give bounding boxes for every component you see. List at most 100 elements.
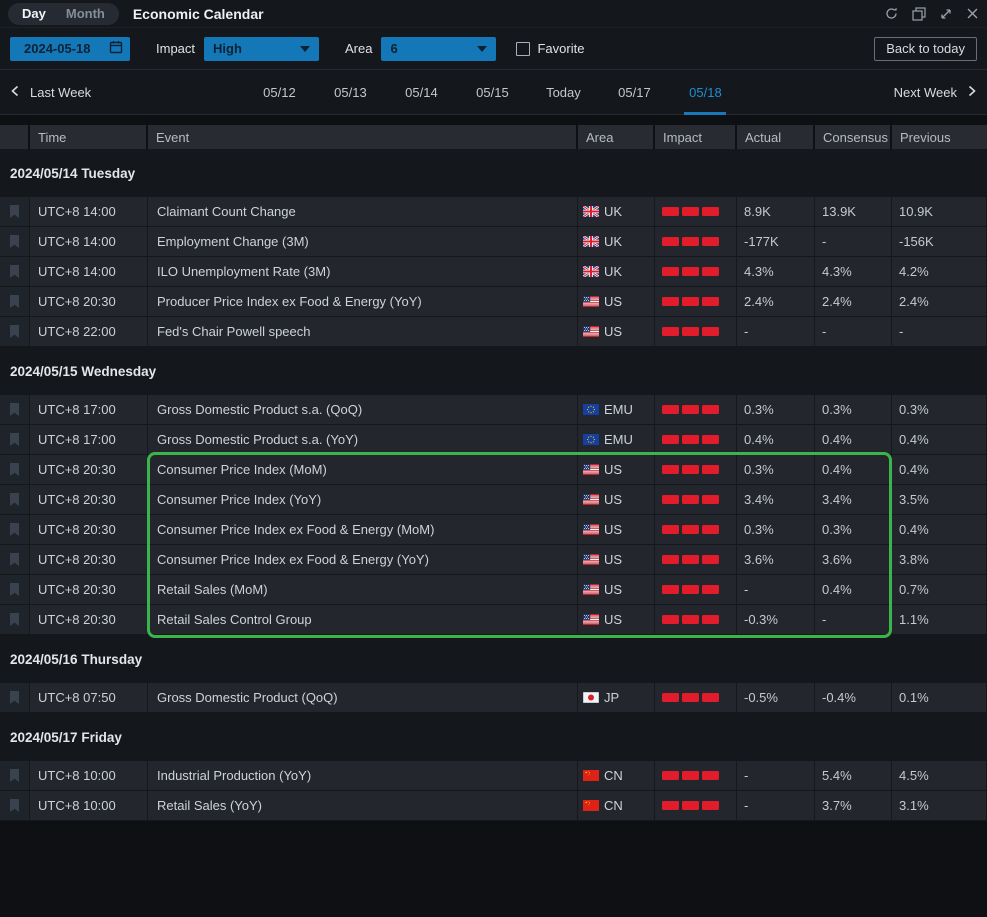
- event-row[interactable]: UTC+8 14:00ILO Unemployment Rate (3M)UK4…: [0, 257, 987, 287]
- area-code: EMU: [604, 432, 633, 447]
- flag-us-icon: [583, 524, 599, 535]
- date-value: 2024-05-18: [24, 41, 91, 56]
- event-row[interactable]: UTC+8 20:30Retail Sales Control GroupUS-…: [0, 605, 987, 635]
- flag-us-icon: [583, 554, 599, 565]
- event-row[interactable]: UTC+8 20:30Consumer Price Index ex Food …: [0, 545, 987, 575]
- bookmark-icon[interactable]: [8, 324, 21, 339]
- flag-uk-icon: [583, 266, 599, 277]
- area-code: US: [604, 612, 622, 627]
- expand-icon[interactable]: [939, 7, 953, 21]
- next-week-button[interactable]: Next Week: [894, 85, 977, 100]
- week-day-tab[interactable]: 05/14: [400, 70, 442, 115]
- impact-bar-icon: [682, 465, 699, 474]
- bookmark-icon[interactable]: [8, 552, 21, 567]
- bookmark-icon[interactable]: [8, 522, 21, 537]
- bookmark-icon[interactable]: [8, 294, 21, 309]
- impact-bar-icon: [702, 525, 719, 534]
- area-code: US: [604, 552, 622, 567]
- area-code: EMU: [604, 402, 633, 417]
- event-row[interactable]: UTC+8 20:30Retail Sales (MoM)US-0.4%0.7%: [0, 575, 987, 605]
- chevron-left-icon: [10, 85, 20, 100]
- event-row[interactable]: UTC+8 17:00Gross Domestic Product s.a. (…: [0, 425, 987, 455]
- event-row[interactable]: UTC+8 20:30Consumer Price Index (MoM)US0…: [0, 455, 987, 485]
- week-day-tab[interactable]: 05/15: [471, 70, 513, 115]
- table-body: 2024/05/14 TuesdayUTC+8 14:00Claimant Co…: [0, 149, 987, 821]
- bookmark-icon[interactable]: [8, 462, 21, 477]
- event-name: Claimant Count Change: [148, 197, 578, 226]
- event-name: Gross Domestic Product s.a. (QoQ): [148, 395, 578, 424]
- favorite-filter[interactable]: Favorite: [516, 41, 584, 56]
- bookmark-icon[interactable]: [8, 798, 21, 813]
- previous-value: 1.1%: [892, 605, 987, 634]
- event-name: Producer Price Index ex Food & Energy (Y…: [148, 287, 578, 316]
- section-date-header: 2024/05/15 Wednesday: [0, 347, 987, 395]
- previous-value: 0.1%: [892, 683, 987, 712]
- impact-label: Impact: [156, 41, 195, 56]
- event-row[interactable]: UTC+8 14:00Claimant Count ChangeUK8.9K13…: [0, 197, 987, 227]
- bookmark-icon[interactable]: [8, 612, 21, 627]
- bookmark-icon[interactable]: [8, 432, 21, 447]
- date-picker[interactable]: 2024-05-18: [10, 37, 130, 61]
- consensus-value: -: [815, 605, 892, 634]
- back-to-today-button[interactable]: Back to today: [874, 37, 977, 61]
- area-code: US: [604, 462, 622, 477]
- event-name: Consumer Price Index ex Food & Energy (M…: [148, 515, 578, 544]
- bookmark-icon[interactable]: [8, 234, 21, 249]
- previous-value: -: [892, 317, 987, 346]
- column-header-actual: Actual: [737, 125, 815, 149]
- refresh-icon[interactable]: [884, 6, 899, 21]
- actual-value: 0.4%: [737, 425, 815, 454]
- event-row[interactable]: UTC+8 14:00Employment Change (3M)UK-177K…: [0, 227, 987, 257]
- impact-indicator: [655, 605, 737, 634]
- event-time: UTC+8 20:30: [30, 575, 148, 604]
- bookmark-icon[interactable]: [8, 204, 21, 219]
- event-row[interactable]: UTC+8 17:00Gross Domestic Product s.a. (…: [0, 395, 987, 425]
- impact-indicator: [655, 455, 737, 484]
- section-date-header: 2024/05/16 Thursday: [0, 635, 987, 683]
- flag-emu-icon: [583, 434, 599, 445]
- area-dropdown[interactable]: 6: [381, 37, 496, 61]
- event-row[interactable]: UTC+8 10:00Industrial Production (YoY)CN…: [0, 761, 987, 791]
- previous-value: 3.8%: [892, 545, 987, 574]
- impact-bar-icon: [662, 327, 679, 336]
- restore-window-icon[interactable]: [912, 7, 926, 21]
- area-code: UK: [604, 234, 622, 249]
- column-header-time: Time: [30, 125, 148, 149]
- week-day-tab[interactable]: 05/18: [684, 70, 726, 115]
- event-row[interactable]: UTC+8 22:00Fed's Chair Powell speechUS--…: [0, 317, 987, 347]
- previous-value: 0.7%: [892, 575, 987, 604]
- bookmark-icon[interactable]: [8, 690, 21, 705]
- bookmark-icon[interactable]: [8, 768, 21, 783]
- impact-bar-icon: [662, 495, 679, 504]
- event-row[interactable]: UTC+8 20:30Consumer Price Index ex Food …: [0, 515, 987, 545]
- tab-day[interactable]: Day: [12, 3, 56, 25]
- favorite-checkbox[interactable]: [516, 42, 530, 56]
- week-day-tab[interactable]: Today: [542, 70, 584, 115]
- bookmark-icon[interactable]: [8, 492, 21, 507]
- consensus-value: 5.4%: [815, 761, 892, 790]
- tab-month[interactable]: Month: [56, 3, 115, 25]
- flag-us-icon: [583, 296, 599, 307]
- close-icon[interactable]: [966, 7, 979, 20]
- impact-indicator: [655, 227, 737, 256]
- impact-bar-icon: [702, 771, 719, 780]
- impact-dropdown[interactable]: High: [204, 37, 319, 61]
- event-row[interactable]: UTC+8 20:30Consumer Price Index (YoY)US3…: [0, 485, 987, 515]
- impact-bar-icon: [702, 405, 719, 414]
- week-day-tab[interactable]: 05/17: [613, 70, 655, 115]
- last-week-button[interactable]: Last Week: [10, 85, 91, 100]
- week-day-tab[interactable]: 05/13: [329, 70, 371, 115]
- bookmark-icon[interactable]: [8, 264, 21, 279]
- impact-indicator: [655, 257, 737, 286]
- week-day-tab[interactable]: 05/12: [258, 70, 300, 115]
- area-code: CN: [604, 768, 623, 783]
- impact-bar-icon: [702, 435, 719, 444]
- event-row[interactable]: UTC+8 07:50Gross Domestic Product (QoQ)J…: [0, 683, 987, 713]
- event-row[interactable]: UTC+8 20:30Producer Price Index ex Food …: [0, 287, 987, 317]
- bookmark-icon[interactable]: [8, 402, 21, 417]
- bookmark-icon[interactable]: [8, 582, 21, 597]
- impact-bar-icon: [682, 405, 699, 414]
- event-row[interactable]: UTC+8 10:00Retail Sales (YoY)CN-3.7%3.1%: [0, 791, 987, 821]
- flag-uk-icon: [583, 236, 599, 247]
- impact-bar-icon: [662, 801, 679, 810]
